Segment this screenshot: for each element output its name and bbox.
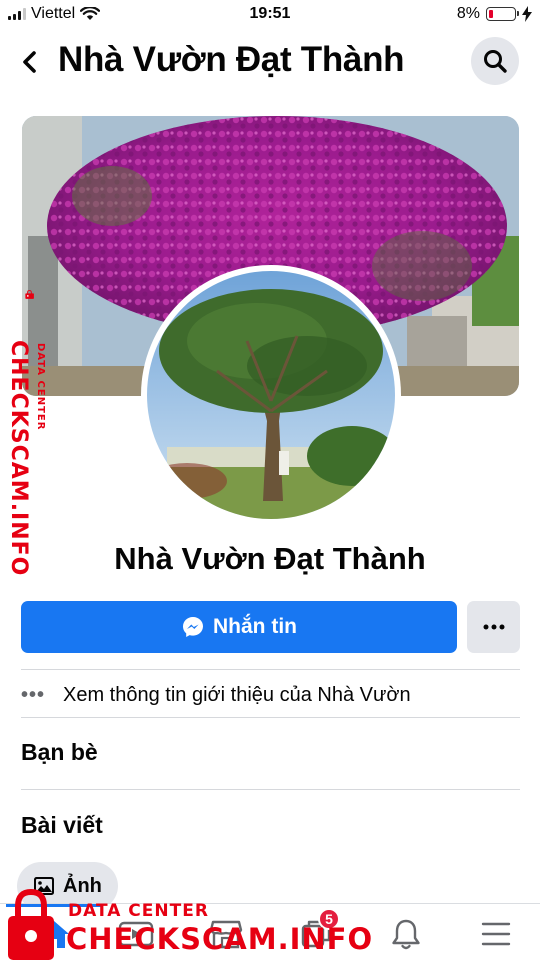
watermark-side-small: DATA CENTER	[35, 343, 46, 431]
avatar-image	[147, 271, 395, 519]
battery-icon	[486, 7, 519, 21]
message-button-label: Nhắn tin	[213, 615, 297, 638]
profile-name: Nhà Vườn Đạt Thành	[114, 541, 426, 576]
friends-section-title[interactable]: Bạn bè	[21, 739, 98, 766]
divider	[21, 669, 520, 670]
nav-notifications[interactable]	[384, 912, 428, 956]
divider	[21, 717, 520, 718]
avatar	[147, 271, 395, 519]
page-header: Nhà Vườn Đạt Thành	[0, 34, 540, 90]
menu-icon	[481, 922, 511, 946]
profile-picture[interactable]	[141, 265, 401, 525]
search-button[interactable]	[471, 37, 519, 85]
search-icon	[484, 50, 507, 73]
charging-bolt-icon	[522, 6, 532, 22]
about-text: Xem thông tin giới thiệu của Nhà Vườn	[63, 683, 411, 706]
page-title: Nhà Vườn Đạt Thành	[58, 40, 405, 79]
photos-chip-label: Ảnh	[63, 874, 102, 897]
chevron-left-icon	[23, 51, 36, 73]
posts-section-title: Bài viết	[21, 812, 103, 838]
battery-percent: 8%	[456, 5, 480, 22]
bell-icon	[392, 919, 420, 950]
watermark-lock-icon	[8, 888, 54, 960]
divider	[21, 789, 520, 790]
about-dots-icon: •••	[21, 683, 46, 706]
status-right: 8%	[457, 5, 532, 23]
about-link[interactable]: ••• Xem thông tin giới thiệu của Nhà Vườ…	[21, 677, 520, 713]
watermark-bottom-text: CHECKSCAM.INFO	[66, 922, 374, 956]
watermark-lock-icon	[25, 290, 34, 299]
message-button[interactable]: Nhắn tin	[21, 601, 457, 653]
watermark-side-text: CHECKSCAM.INFO	[6, 340, 31, 577]
watermark-bottom-small: DATA CENTER	[68, 901, 209, 921]
nav-menu[interactable]	[474, 912, 518, 956]
messenger-icon	[183, 617, 203, 637]
status-bar: Viettel 19:51 8%	[0, 0, 540, 28]
more-options-button[interactable]	[467, 601, 520, 653]
more-horizontal-icon	[483, 624, 504, 630]
back-button[interactable]	[14, 44, 46, 80]
